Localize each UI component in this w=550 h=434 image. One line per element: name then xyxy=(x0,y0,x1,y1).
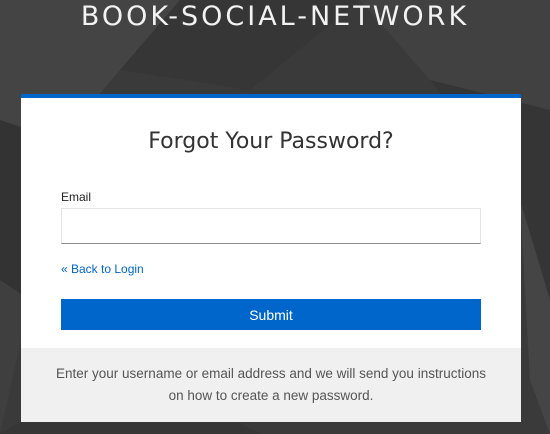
back-to-login-link[interactable]: « Back to Login xyxy=(61,262,144,276)
info-text: Enter your username or email address and… xyxy=(56,366,486,403)
email-field[interactable] xyxy=(61,208,481,244)
submit-button[interactable]: Submit xyxy=(61,299,481,330)
page-title: Forgot Your Password? xyxy=(148,129,394,154)
email-label: Email xyxy=(61,190,92,204)
forgot-password-card: Forgot Your Password? Email « Back to Lo… xyxy=(21,94,521,422)
app-brand-title: BOOK-SOCIAL-NETWORK xyxy=(80,1,470,32)
info-panel: Enter your username or email address and… xyxy=(21,348,521,422)
